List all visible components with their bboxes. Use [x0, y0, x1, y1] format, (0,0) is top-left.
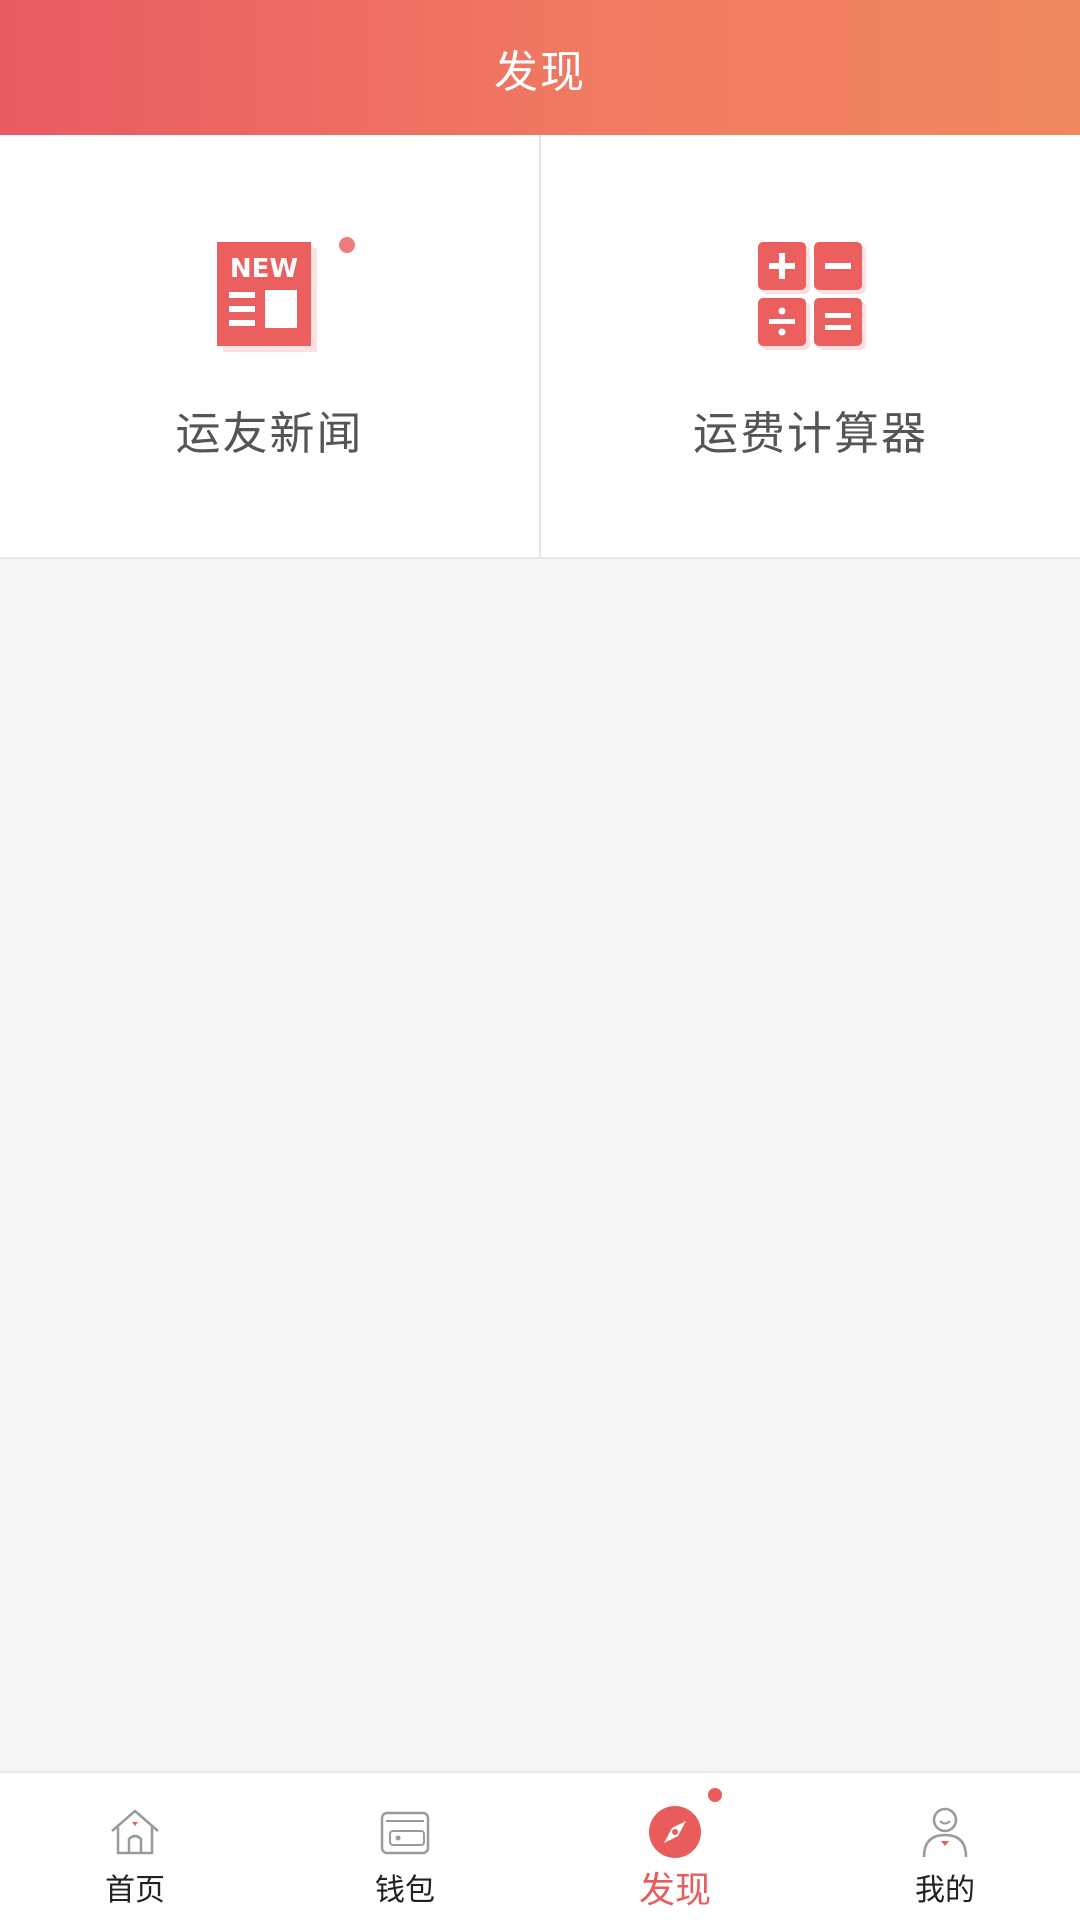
feature-grid: NEW 运友新闻 运费计算器	[0, 135, 1080, 559]
user-icon	[922, 1807, 968, 1858]
compass-icon	[649, 1806, 701, 1858]
home-icon	[111, 1809, 159, 1855]
news-badge-dot	[339, 237, 355, 253]
tab-home-label: 首页	[105, 1873, 165, 1908]
tab-wallet[interactable]: 钱包	[270, 1773, 540, 1920]
tab-discover[interactable]: 发现	[540, 1773, 810, 1920]
page-title: 发现	[494, 46, 586, 98]
news-icon-text: NEW	[229, 254, 297, 284]
news-icon: NEW	[216, 242, 317, 352]
tile-freight-calculator[interactable]: 运费计算器	[539, 135, 1080, 557]
calculator-icon	[757, 242, 866, 350]
tab-wallet-label: 钱包	[375, 1873, 435, 1908]
tab-discover-label: 发现	[638, 1870, 711, 1911]
bottom-tab-bar: 首页 钱包 发现 我的	[0, 1771, 1080, 1920]
wallet-icon	[380, 1811, 430, 1855]
tile-news-label: 运友新闻	[175, 407, 364, 460]
tab-home[interactable]: 首页	[0, 1773, 270, 1920]
tile-news[interactable]: NEW 运友新闻	[0, 135, 539, 557]
app-header: 发现	[0, 0, 1080, 135]
tab-mine-label: 我的	[915, 1873, 975, 1908]
tile-freight-calculator-label: 运费计算器	[692, 407, 928, 460]
tab-mine[interactable]: 我的	[810, 1773, 1080, 1920]
discover-badge-dot	[708, 1788, 722, 1802]
